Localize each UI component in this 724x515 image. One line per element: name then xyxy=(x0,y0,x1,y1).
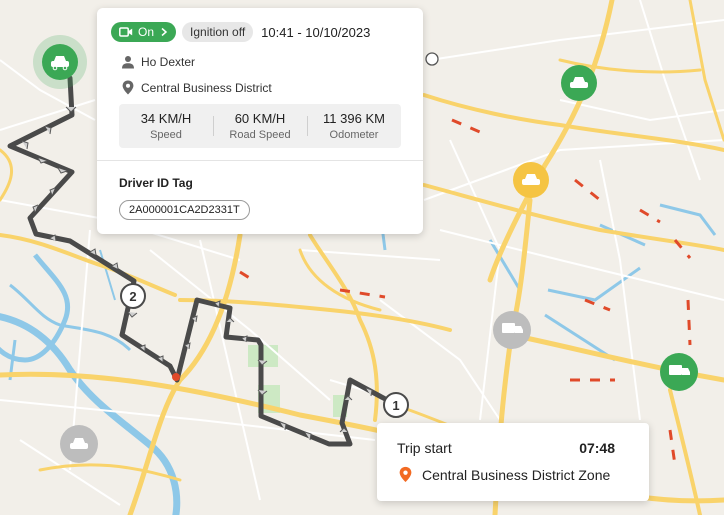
stat-speed: 34 KM/H Speed xyxy=(119,104,213,148)
waypoint-marker-2[interactable]: 2 xyxy=(120,283,146,309)
map-point-marker[interactable] xyxy=(425,52,439,66)
stat-label: Road Speed xyxy=(229,129,291,141)
waypoint-marker-1[interactable]: 1 xyxy=(383,392,409,418)
location-row: Central Business District xyxy=(122,80,272,95)
vehicle-marker-selected[interactable] xyxy=(33,35,87,89)
ignition-status-badge: Ignition off xyxy=(182,22,254,42)
driver-tag-chip[interactable]: 2A000001CA2D2331T xyxy=(119,200,250,220)
trip-location-row: Central Business District Zone xyxy=(399,466,610,483)
route-event-marker xyxy=(172,373,180,381)
stat-value: 34 KM/H xyxy=(140,111,192,126)
camera-status-label: On xyxy=(138,25,155,39)
stat-odometer: 11 396 KM Odometer xyxy=(307,104,401,148)
waypoint-label: 2 xyxy=(129,289,136,304)
vehicle-marker-active[interactable] xyxy=(561,65,597,101)
video-camera-icon xyxy=(119,27,133,37)
trip-location: Central Business District Zone xyxy=(422,466,611,483)
card-divider xyxy=(97,160,423,161)
status-row: On Ignition off 10:41 - 10/10/2023 xyxy=(111,22,370,42)
vehicle-marker-idle[interactable] xyxy=(513,162,549,198)
location-pin-icon xyxy=(122,80,134,95)
camera-status-pill[interactable]: On xyxy=(111,22,177,42)
vehicle-location: Central Business District xyxy=(141,80,272,95)
waypoint-label: 1 xyxy=(392,398,399,413)
chevron-right-icon xyxy=(161,27,168,37)
trip-title: Trip start xyxy=(397,440,452,456)
stat-value: 60 KM/H xyxy=(234,111,286,126)
status-datetime: 10:41 - 10/10/2023 xyxy=(261,24,371,40)
vehicle-info-card: On Ignition off 10:41 - 10/10/2023 Ho De… xyxy=(97,8,423,234)
trip-start-card: Trip start 07:48 Central Business Distri… xyxy=(377,423,649,501)
stat-label: Speed xyxy=(150,129,182,141)
vehicle-stats: 34 KM/H Speed 60 KM/H Road Speed 11 396 … xyxy=(119,104,401,148)
vehicle-marker-offline[interactable] xyxy=(60,425,98,463)
driver-name: Ho Dexter xyxy=(141,55,196,69)
vehicle-marker-offline-truck[interactable] xyxy=(493,311,531,349)
stat-road-speed: 60 KM/H Road Speed xyxy=(213,104,307,148)
stat-value: 11 396 KM xyxy=(323,111,385,126)
vehicle-marker-active-truck[interactable] xyxy=(660,353,698,391)
trip-time: 07:48 xyxy=(579,440,615,456)
location-pin-icon xyxy=(399,466,412,483)
person-icon xyxy=(122,56,134,69)
driver-tag-title: Driver ID Tag xyxy=(119,176,193,190)
stat-label: Odometer xyxy=(329,129,379,141)
driver-row: Ho Dexter xyxy=(121,55,195,69)
